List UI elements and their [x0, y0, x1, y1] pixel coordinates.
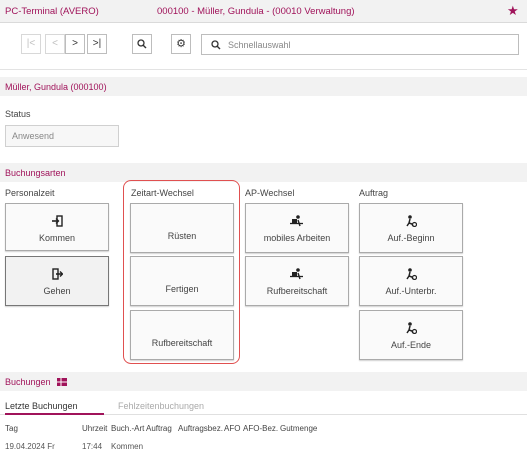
previous-record-button[interactable]: < [45, 34, 65, 54]
cell-buchart: Kommen [111, 442, 144, 450]
bookings-heading-label: Buchungen [5, 377, 51, 387]
star-icon[interactable]: ★ [507, 3, 519, 19]
gehen-button[interactable]: Gehen [5, 256, 109, 306]
zeitart-rufbereitschaft-button[interactable]: Rufbereitschaft [130, 310, 234, 360]
auftrag-beginn-label: Auf.-Beginn [387, 233, 435, 243]
search-icon [137, 39, 147, 49]
auftrag-ende-button[interactable]: Auf.-Ende [359, 310, 463, 360]
login-icon [6, 215, 108, 230]
cell-uhrzeit: 17:44 [82, 442, 103, 450]
search-button[interactable] [132, 34, 152, 54]
mobiles-arbeiten-button[interactable]: mobiles Arbeiten [245, 203, 349, 253]
fertigen-label: Fertigen [165, 284, 199, 294]
ruesten-button[interactable]: Rüsten [130, 203, 234, 253]
toolbar: |< < > >| ⚙ [0, 24, 527, 70]
auftrag-unterbr-button[interactable]: Auf.-Unterbr. [359, 256, 463, 306]
fertigen-button[interactable]: Fertigen [130, 256, 234, 306]
ap-rufbereitschaft-label: Rufbereitschaft [266, 286, 328, 296]
ruesten-label: Rüsten [167, 231, 197, 241]
auftrag-unterbr-label: Auf.-Unterbr. [385, 286, 437, 296]
zeitart-rufbereitschaft-label: Rufbereitschaft [151, 338, 213, 348]
auftrag-beginn-button[interactable]: Auf.-Beginn [359, 203, 463, 253]
logout-icon [6, 268, 108, 283]
booking-types-heading: Buchungsarten [0, 163, 527, 182]
bookings-tabs: Letzte Buchungen Fehlzeitenbuchungen [0, 393, 527, 415]
column-header-buchart: Buch.-Art [111, 424, 145, 433]
auftrag-ende-label: Auf.-Ende [390, 340, 432, 350]
quick-select[interactable] [201, 34, 519, 55]
column-personalzeit: Personalzeit [5, 188, 55, 198]
workstation-icon [246, 268, 348, 283]
worker-icon [360, 215, 462, 230]
workstation-icon [246, 215, 348, 230]
cell-tag: 19.04.2024 Fr [5, 442, 55, 450]
search-icon [211, 40, 221, 50]
column-header-tag: Tag [5, 424, 18, 433]
ap-rufbereitschaft-button[interactable]: Rufbereitschaft [245, 256, 349, 306]
status-label: Status [5, 109, 31, 119]
column-ap-wechsel: AP-Wechsel [245, 188, 295, 198]
column-header-afo: AFO [224, 424, 241, 433]
status-field: Anwesend [5, 125, 119, 147]
mobiles-arbeiten-label: mobiles Arbeiten [263, 233, 331, 243]
table-icon[interactable] [57, 378, 68, 388]
column-header-afobez: AFO-Bez. [243, 424, 279, 433]
gear-icon: ⚙ [176, 38, 186, 50]
tab-absence-bookings[interactable]: Fehlzeitenbuchungen [118, 401, 204, 411]
first-record-button[interactable]: |< [21, 34, 41, 54]
column-header-gutmenge: Gutmenge [280, 424, 318, 433]
tab-latest-bookings[interactable]: Letzte Buchungen [5, 401, 78, 411]
next-record-button[interactable]: > [65, 34, 85, 54]
last-record-button[interactable]: >| [87, 34, 107, 54]
column-header-auftragsbez: Auftragsbez. [178, 424, 223, 433]
person-heading: Müller, Gundula (000100) [0, 77, 527, 96]
active-tab-indicator [5, 413, 104, 415]
worker-icon [360, 322, 462, 337]
worker-icon [360, 268, 462, 283]
bookings-heading: Buchungen [0, 372, 527, 391]
kommen-button[interactable]: Kommen [5, 203, 109, 251]
kommen-label: Kommen [38, 233, 75, 243]
settings-button[interactable]: ⚙ [171, 34, 191, 54]
column-auftrag: Auftrag [359, 188, 389, 198]
gehen-label: Gehen [43, 286, 71, 296]
title-bar: PC-Terminal (AVERO) 000100 - Müller, Gun… [0, 0, 527, 23]
column-header-auftrag: Auftrag [146, 424, 172, 433]
app-title: PC-Terminal (AVERO) [5, 6, 99, 17]
column-header-uhrzeit: Uhrzeit [82, 424, 108, 433]
quick-select-input[interactable] [228, 38, 508, 52]
person-info: 000100 - Müller, Gundula - (00010 Verwal… [157, 6, 355, 17]
